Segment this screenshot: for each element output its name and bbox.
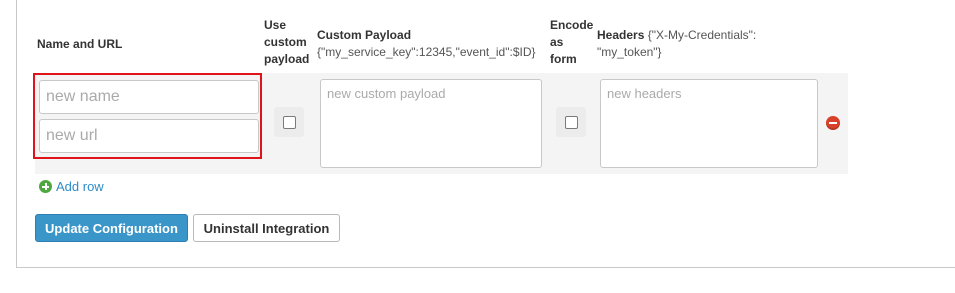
header-encode-as-form: Encode as form <box>550 18 594 66</box>
encode-as-form-cell <box>556 107 586 137</box>
highlight-box <box>33 73 262 159</box>
plus-circle-icon[interactable] <box>39 180 52 193</box>
headers-textarea[interactable] <box>600 79 818 168</box>
encode-as-form-checkbox[interactable] <box>565 116 578 129</box>
custom-payload-textarea[interactable] <box>320 79 542 168</box>
header-headers: Headers {"X-My-Credentials": "my_token"} <box>597 28 757 59</box>
use-custom-payload-cell <box>274 107 304 137</box>
header-use-custom-payload: Use custom payload <box>264 18 310 66</box>
add-row-link[interactable]: Add row <box>56 179 104 194</box>
custom-payload-hint: {"my_service_key":12345,"event_id":$ID} <box>317 45 536 59</box>
uninstall-integration-button[interactable]: Uninstall Integration <box>193 214 340 242</box>
headers-hint: {"X-My-Credentials": <box>647 28 757 42</box>
header-custom-payload: Custom Payload {"my_service_key":12345,"… <box>317 28 536 59</box>
header-name-url: Name and URL <box>37 37 123 51</box>
use-custom-payload-checkbox[interactable] <box>283 116 296 129</box>
minus-circle-icon[interactable] <box>826 116 840 130</box>
update-configuration-button[interactable]: Update Configuration <box>35 214 188 242</box>
